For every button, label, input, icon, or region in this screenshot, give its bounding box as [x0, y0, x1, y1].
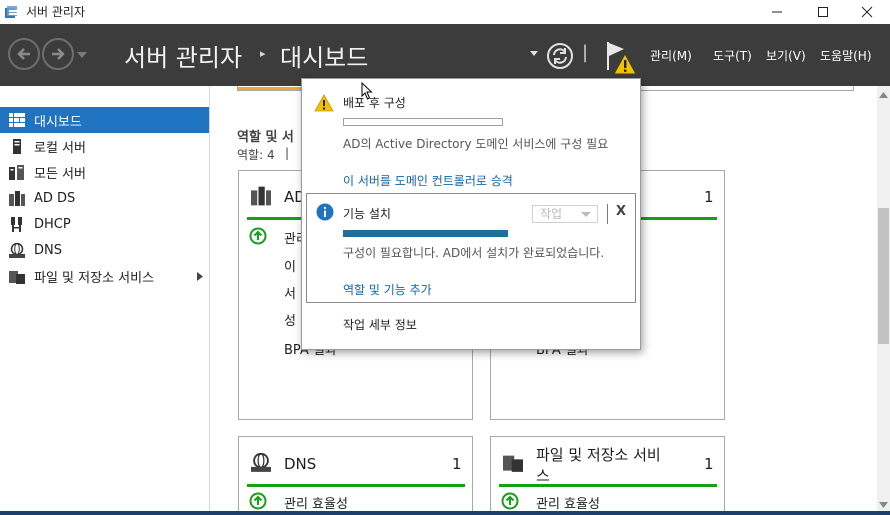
warning-icon	[314, 94, 334, 112]
sidebar-item-label: 대시보드	[34, 114, 82, 130]
dns-tile-icon	[251, 453, 271, 472]
sidebar-item-dns[interactable]: DNS	[0, 237, 209, 263]
servers-icon	[9, 164, 24, 180]
scroll-down-icon[interactable]	[879, 502, 888, 508]
window-title: 서버 관리자	[26, 5, 86, 19]
sidebar-item-label: 로컬 서버	[34, 140, 86, 156]
scrollbar-thumb[interactable]	[878, 208, 889, 344]
server-icon	[13, 138, 21, 154]
task-feature-install-title: 기능 설치	[343, 207, 391, 221]
breadcrumb-root[interactable]: 서버 관리자	[124, 38, 242, 73]
ad-ds-tile-icon	[251, 186, 271, 206]
task-details-link[interactable]: 작업 세부 정보	[343, 316, 417, 333]
menu-help[interactable]: 도움말(H)	[820, 47, 872, 64]
mouse-cursor-icon	[361, 82, 373, 100]
sidebar-item-label: 파일 및 저장소 서비스	[34, 270, 155, 286]
sidebar-item-label: AD DS	[34, 190, 76, 206]
arrow-right-icon	[52, 48, 65, 60]
sidebar-item-dhcp[interactable]: DHCP	[0, 211, 209, 237]
dns-icon	[9, 242, 25, 258]
header-bar: 서버 관리자 ▸ 대시보드 | 관리(M) 도구(T) 보기(V) 도움말(H)	[0, 24, 890, 86]
task-feature-install: 기능 설치 작업 X 구성이 필요합니다. AD에서 설치가 완료되었습니다. …	[306, 193, 636, 303]
sidebar-item-file-storage[interactable]: 파일 및 저장소 서비스	[0, 263, 209, 289]
ad-ds-row-performance[interactable]: 성	[284, 310, 296, 329]
menu-manage[interactable]: 관리(M)	[650, 47, 692, 64]
close-button[interactable]	[844, 0, 890, 24]
add-roles-features-link[interactable]: 역할 및 기능 추가	[343, 281, 432, 298]
server-manager-app-icon	[5, 6, 18, 18]
back-button[interactable]	[8, 38, 40, 70]
close-icon	[861, 6, 873, 18]
dhcp-tile-count: 1	[704, 188, 714, 206]
sidebar-item-label: DNS	[34, 242, 62, 258]
task-dismiss-button[interactable]: X	[616, 204, 626, 219]
file-storage-tile-icon	[503, 455, 523, 472]
arrow-left-icon	[17, 48, 30, 60]
sidebar-item-label: 모든 서버	[34, 166, 86, 182]
minimize-icon	[772, 11, 782, 13]
maximize-icon	[818, 7, 828, 17]
notifications-popup: 배포 후 구성 AD의 Active Directory 도메인 서비스에 구성…	[301, 78, 641, 350]
file-storage-tile-count: 1	[704, 455, 714, 473]
sidebar-item-all-servers[interactable]: 모든 서버	[0, 159, 209, 185]
task-post-deploy-title: 배포 후 구성	[343, 96, 406, 110]
file-storage-tile-title-line2: 스	[536, 467, 550, 485]
main-scrollbar[interactable]	[877, 86, 890, 515]
dns-tile-count: 1	[452, 455, 462, 473]
file-storage-status-bar	[499, 484, 717, 487]
task-feature-install-message: 구성이 필요합니다. AD에서 설치가 완료되었습니다.	[343, 246, 605, 260]
ad-ds-icon	[9, 190, 25, 206]
sidebar-item-label: DHCP	[34, 216, 71, 232]
promote-dc-link[interactable]: 이 서버를 도메인 컨트롤러로 승격	[343, 172, 513, 189]
sidebar: 대시보드 로컬 서버 모든 서버 AD DS DHCP DNS 파일 및 저장소…	[0, 86, 210, 515]
dashboard-icon	[9, 113, 25, 127]
menu-tools[interactable]: 도구(T)	[713, 47, 752, 64]
task-post-deploy-progress	[343, 118, 503, 126]
file-storage-tile[interactable]: 파일 및 저장소 서비 스 1 관리 효율성	[490, 436, 725, 515]
ad-ds-row-services[interactable]: 서	[284, 283, 296, 302]
breadcrumb-separator: ▸	[260, 47, 266, 60]
task-separator	[607, 204, 608, 224]
dhcp-icon	[11, 216, 22, 232]
roles-section-title: 역할 및 서	[237, 130, 294, 145]
breadcrumb-current: 대시보드	[280, 44, 369, 72]
task-action-dropdown-label: 작업	[540, 207, 563, 221]
file-storage-icon	[9, 270, 25, 284]
file-storage-tile-title-line1: 파일 및 저장소 서비	[536, 446, 661, 464]
chevron-down-icon	[581, 212, 591, 217]
info-icon	[316, 203, 334, 221]
task-post-deploy-message: AD의 Active Directory 도메인 서비스에 구성 필요	[343, 137, 609, 151]
status-ok-icon	[249, 227, 267, 245]
maximize-button[interactable]	[800, 0, 846, 24]
sidebar-item-dashboard[interactable]: 대시보드	[0, 107, 209, 133]
task-feature-install-progress	[343, 230, 508, 237]
file-storage-row-manageability[interactable]: 관리 효율성	[536, 493, 600, 512]
sidebar-item-ad-ds[interactable]: AD DS	[0, 185, 209, 211]
title-bar: 서버 관리자	[0, 0, 890, 24]
refresh-icon[interactable]	[546, 42, 574, 70]
header-separator: |	[582, 42, 589, 63]
dns-row-manageability[interactable]: 관리 효율성	[284, 493, 348, 512]
history-dropdown-icon[interactable]	[77, 51, 87, 59]
status-ok-icon	[501, 492, 519, 510]
notifications-flag-icon[interactable]	[604, 40, 638, 76]
taskbar-edge	[0, 511, 890, 515]
task-action-dropdown[interactable]: 작업	[532, 205, 598, 223]
scroll-up-icon[interactable]	[879, 92, 888, 98]
refresh-dropdown-icon[interactable]	[530, 51, 538, 57]
dns-tile-title: DNS	[284, 455, 317, 473]
minimize-button[interactable]	[754, 0, 800, 24]
dns-status-bar	[247, 484, 465, 487]
menu-view[interactable]: 보기(V)	[766, 47, 806, 64]
status-ok-icon	[249, 492, 267, 510]
welcome-accent	[238, 87, 302, 90]
forward-button[interactable]	[42, 38, 74, 70]
ad-ds-row-events[interactable]: 이	[284, 256, 296, 275]
roles-count-separator: |	[285, 146, 290, 160]
expand-arrow-icon[interactable]	[197, 272, 203, 281]
roles-count: 역할: 4	[237, 148, 275, 162]
dns-tile[interactable]: DNS 1 관리 효율성	[238, 436, 473, 515]
sidebar-item-local-server[interactable]: 로컬 서버	[0, 133, 209, 159]
